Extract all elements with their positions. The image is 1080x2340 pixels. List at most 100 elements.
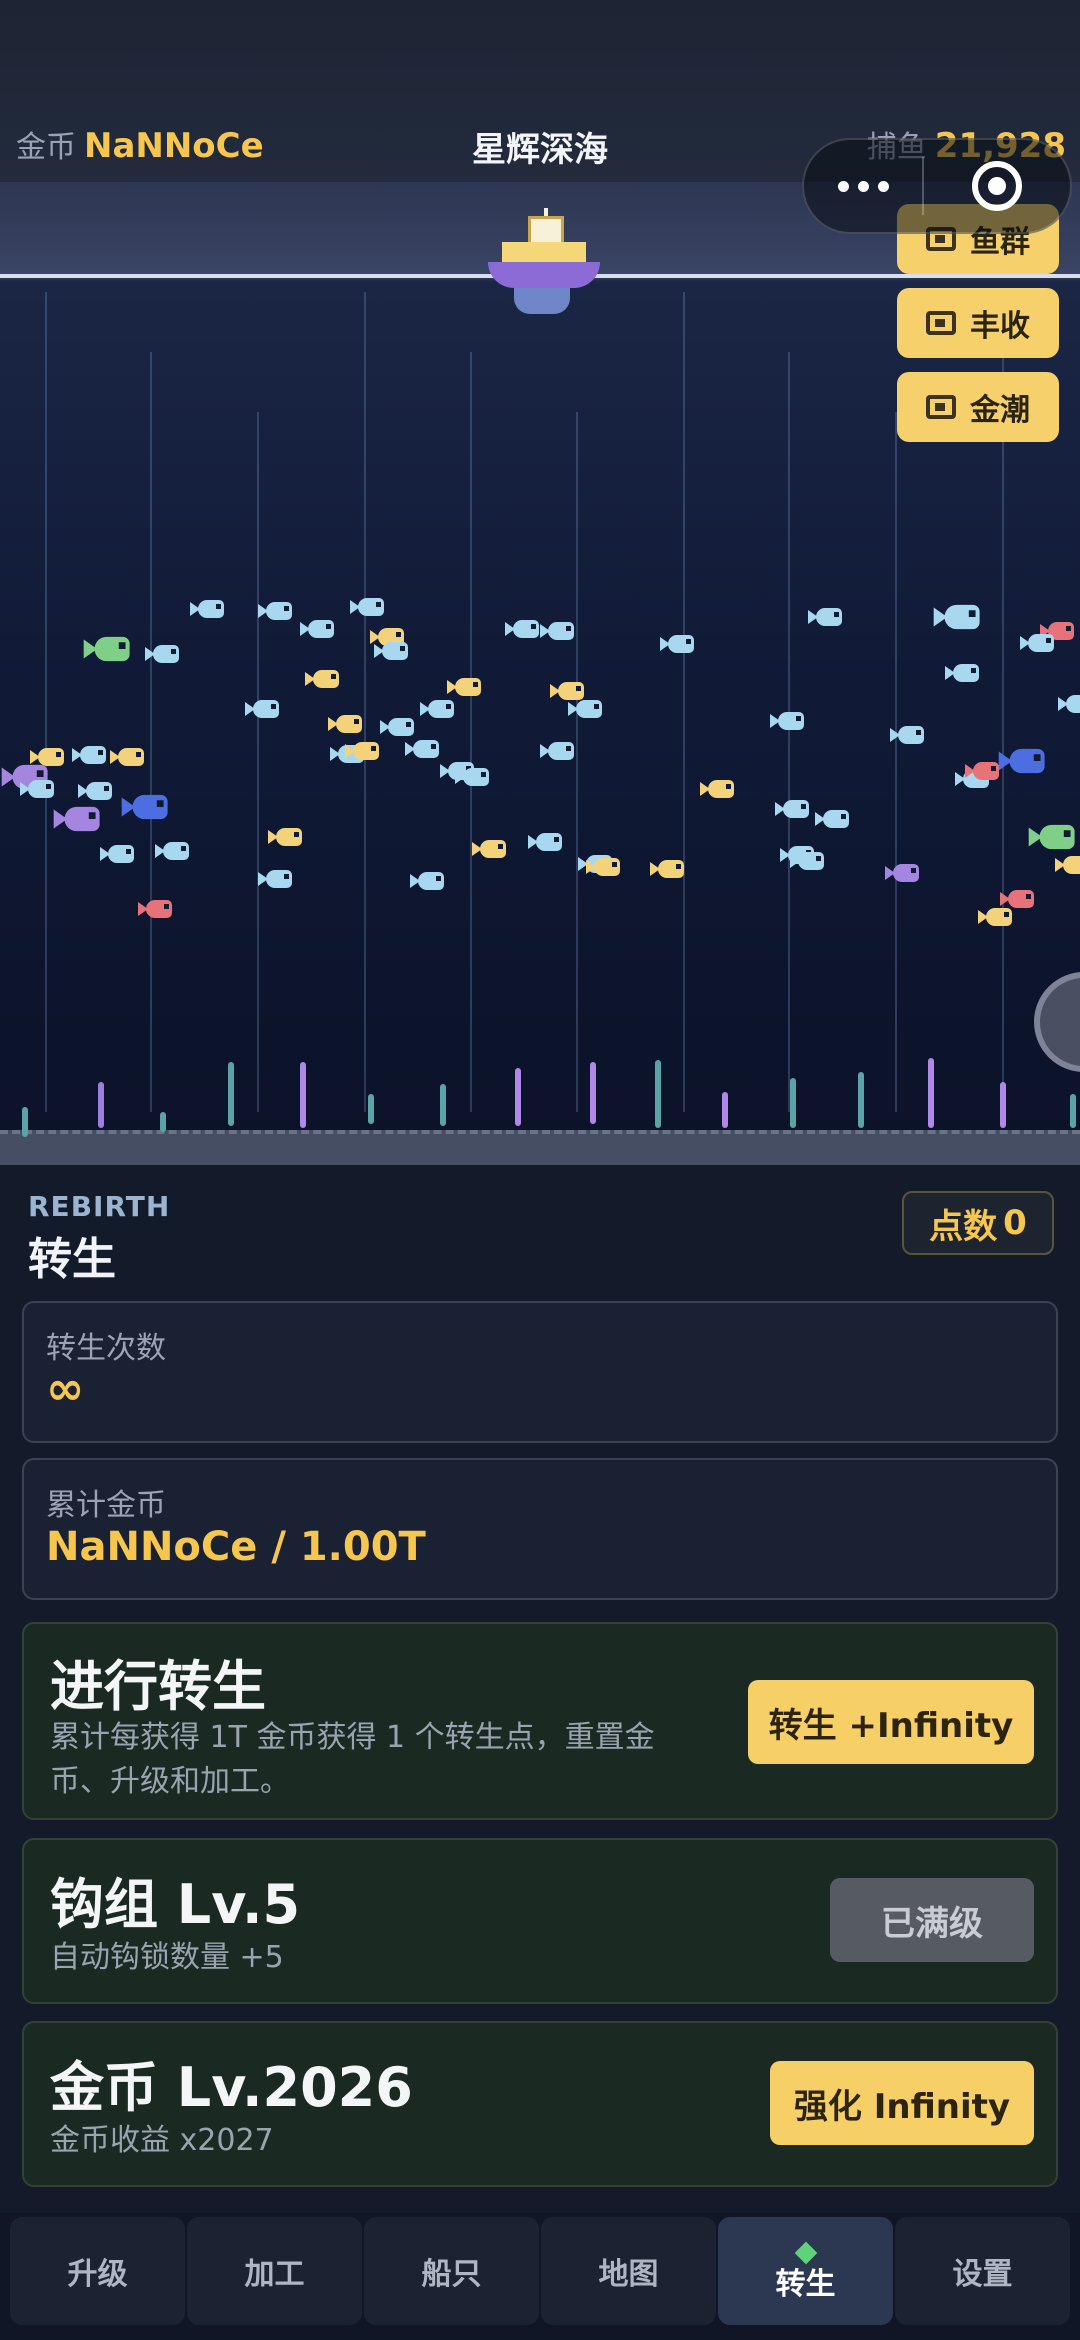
target-close-icon[interactable] [924, 161, 1070, 211]
fish [305, 668, 341, 690]
total-coins-value: NaNNoCe / 1.00T [46, 1524, 426, 1570]
seaweed [98, 1082, 104, 1128]
fish [965, 760, 1001, 782]
rebirth-button[interactable]: 转生 +Infinity [748, 1680, 1034, 1764]
fish [53, 804, 103, 834]
upgrade-title: 金币 Lv.2026 [50, 2056, 413, 2119]
fishing-boat [488, 208, 600, 328]
seaweed [1070, 1094, 1076, 1128]
tv-icon [926, 395, 956, 419]
tab-ships[interactable]: 船只 [364, 2217, 539, 2325]
tab-rebirth-label: 转生 [775, 2267, 836, 2302]
fish [83, 634, 133, 664]
sea-floor [0, 1130, 1080, 1165]
bonus-label: 金潮 [970, 393, 1030, 428]
fish [1028, 822, 1078, 852]
enhance-button[interactable]: 强化 Infinity [770, 2061, 1034, 2145]
fish [790, 850, 826, 872]
fish [1020, 632, 1056, 654]
fish [472, 838, 508, 860]
seaweed [790, 1078, 796, 1128]
panel-title: 转生 [28, 1234, 116, 1285]
seaweed [22, 1107, 28, 1137]
rebirth-action-card: 进行转生 累计每获得 1T 金币获得 1 个转生点，重置金币、升级和加工。 转生… [22, 1622, 1058, 1820]
upgrade-card-coins: 金币 Lv.2026 金币收益 x2027 强化 Infinity [22, 2021, 1058, 2187]
upgrade-desc: 自动钩锁数量 +5 [50, 1940, 284, 1975]
bottom-nav: 升级 加工 船只 地图 转生 设置 [0, 2213, 1080, 2340]
rebirth-points-badge: 点数 0 [902, 1191, 1054, 1255]
fish [190, 598, 226, 620]
fishing-line [895, 412, 897, 1112]
seaweed [228, 1062, 234, 1126]
maxed-button[interactable]: 已满级 [830, 1878, 1034, 1962]
fish [268, 826, 304, 848]
fish [1055, 854, 1080, 876]
seaweed [300, 1062, 306, 1128]
fish [978, 906, 1014, 928]
fish [258, 868, 294, 890]
seaweed [368, 1094, 374, 1124]
fish [155, 840, 191, 862]
seaweed [1000, 1082, 1006, 1128]
fish [72, 744, 108, 766]
seaweed [440, 1084, 446, 1126]
fish [78, 780, 114, 802]
fish [540, 740, 576, 762]
seaweed [160, 1112, 166, 1132]
tv-icon [926, 311, 956, 335]
panel-eyebrow: REBIRTH [28, 1190, 171, 1223]
fish [145, 643, 181, 665]
fish [405, 738, 441, 760]
fish [700, 778, 736, 800]
rebirth-action-title: 进行转生 [50, 1655, 266, 1718]
fish [420, 698, 456, 720]
fish [885, 862, 921, 884]
fish [300, 618, 336, 640]
fishing-line [683, 292, 685, 1112]
fish [890, 724, 926, 746]
more-dots-icon[interactable] [804, 140, 922, 232]
bonus-button-harvest[interactable]: 丰收 [897, 288, 1059, 358]
rebirth-count-card: 转生次数 ∞ [22, 1301, 1058, 1443]
tab-rebirth[interactable]: 转生 [718, 2217, 893, 2325]
fish [998, 746, 1048, 776]
seaweed [722, 1092, 728, 1128]
fish [258, 600, 294, 622]
fishing-line [364, 292, 366, 1112]
tab-settings[interactable]: 设置 [895, 2217, 1070, 2325]
fish [568, 698, 604, 720]
bonus-button-goldtide[interactable]: 金潮 [897, 372, 1059, 442]
side-floating-button[interactable] [1034, 972, 1080, 1072]
fishing-line [257, 412, 259, 1112]
fish [933, 602, 983, 632]
fish [100, 843, 136, 865]
fish [586, 856, 622, 878]
miniprogram-capsule [802, 138, 1072, 234]
points-label: 点数 [929, 1206, 998, 1247]
fish [540, 620, 576, 642]
points-value: 0 [1003, 1203, 1027, 1243]
tab-upgrade[interactable]: 升级 [10, 2217, 185, 2325]
fish [770, 710, 806, 732]
rebirth-panel: REBIRTH 转生 点数 0 转生次数 ∞ 累计金币 NaNNoCe / 1.… [0, 1165, 1080, 2213]
fish [138, 898, 174, 920]
fish [328, 713, 364, 735]
fish [350, 596, 386, 618]
fishing-line [576, 412, 578, 1112]
rebirth-action-desc: 累计每获得 1T 金币获得 1 个转生点，重置金币、升级和加工。 [50, 1720, 655, 1799]
fishing-line [470, 352, 472, 1112]
fish [345, 740, 381, 762]
upgrade-title: 钩组 Lv.5 [50, 1873, 301, 1936]
fishing-line [45, 292, 47, 1112]
seaweed [590, 1062, 596, 1124]
fish [121, 792, 171, 822]
fish [528, 831, 564, 853]
upgrade-desc: 金币收益 x2027 [50, 2123, 274, 2158]
seaweed [858, 1072, 864, 1128]
fish [110, 746, 146, 768]
fishing-line [150, 352, 152, 1112]
seaweed [655, 1060, 661, 1128]
fish [380, 716, 416, 738]
tab-process[interactable]: 加工 [187, 2217, 362, 2325]
tab-map[interactable]: 地图 [541, 2217, 716, 2325]
